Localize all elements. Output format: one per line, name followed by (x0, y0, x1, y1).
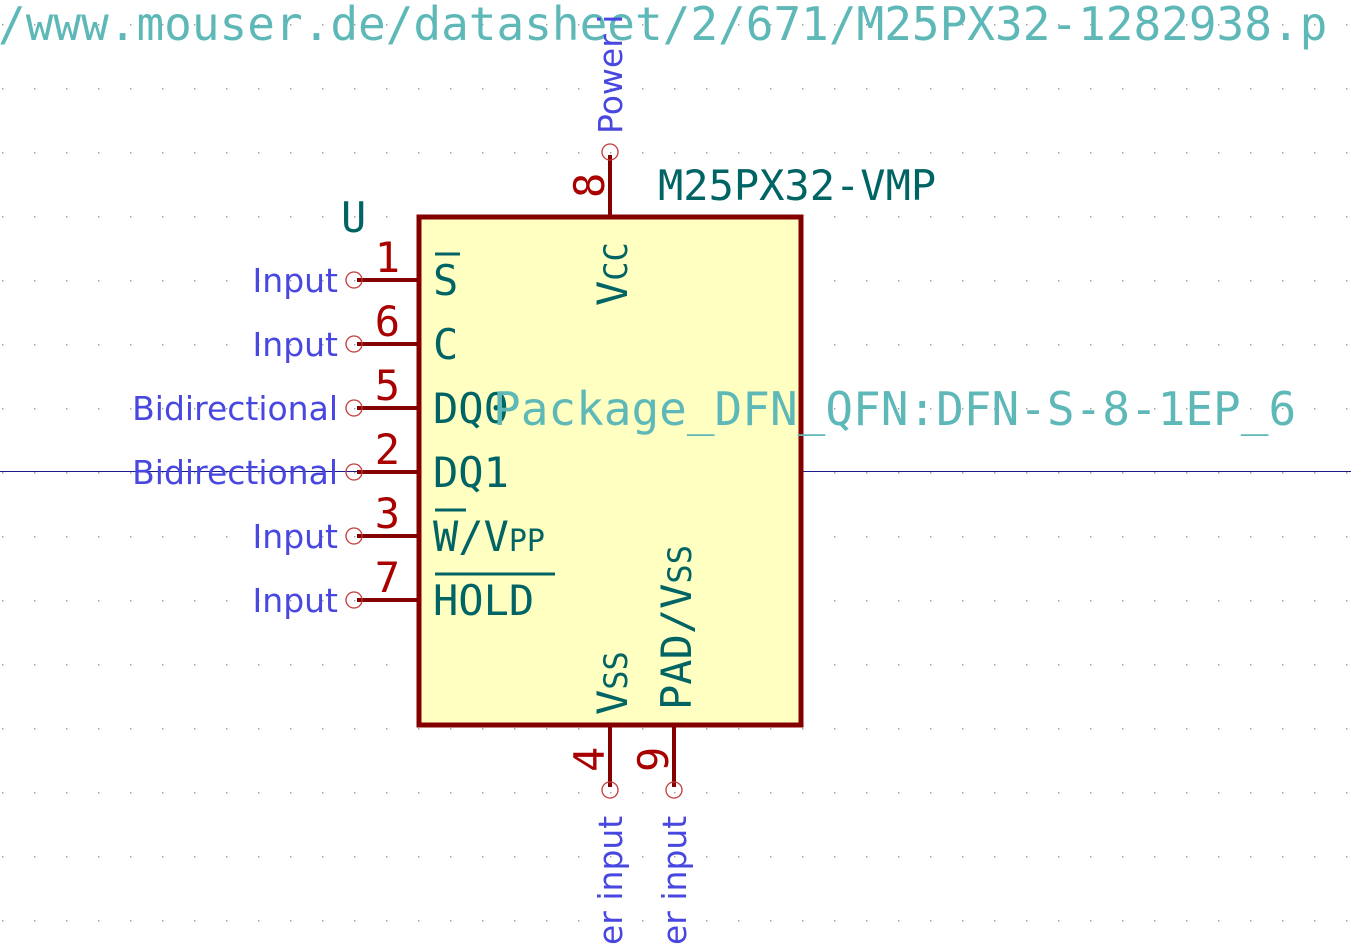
component-value[interactable]: M25PX32-VMP (658, 161, 936, 210)
pin-9-number: 9 (629, 747, 678, 772)
pin-7-type: Input (253, 581, 339, 620)
pin-4-type: er input (591, 816, 630, 945)
pin-1-name: S (433, 256, 458, 305)
pin-3-number: 3 (375, 489, 400, 538)
pin-6-type: Input (253, 325, 339, 364)
footprint-field[interactable]: Package_DFN_QFN:DFN-S-8-1EP_6 (493, 382, 1296, 436)
pin-9-type: er input (655, 816, 694, 945)
reference-designator[interactable]: U (341, 193, 366, 242)
schematic-canvas: /www.mouser.de/datasheet/2/671/M25PX32-1… (0, 0, 1351, 945)
left-pin-types: Input Input Bidirectional Bidirectional … (132, 261, 338, 620)
pin-3-type: Input (253, 517, 339, 556)
pin-8-type: Power i (591, 15, 630, 134)
pin-2-type: Bidirectional (132, 453, 338, 492)
pin-5-type: Bidirectional (132, 389, 338, 428)
pin-2-name: DQ1 (433, 448, 509, 497)
pin-2-number: 2 (375, 425, 400, 474)
left-pin-numbers: 1 6 5 2 3 7 (375, 233, 400, 602)
pin-7-name: HOLD (433, 576, 534, 625)
pin-7-number: 7 (375, 553, 400, 602)
pin-6-number: 6 (375, 297, 400, 346)
pin-4-number: 4 (565, 747, 614, 772)
pin-8-number: 8 (565, 173, 614, 198)
pin-6-name: C (433, 320, 458, 369)
pin-1-type: Input (253, 261, 339, 300)
pin-1-number: 1 (375, 233, 400, 282)
datasheet-field[interactable]: /www.mouser.de/datasheet/2/671/M25PX32-1… (0, 0, 1327, 51)
pin-5-number: 5 (375, 361, 400, 410)
